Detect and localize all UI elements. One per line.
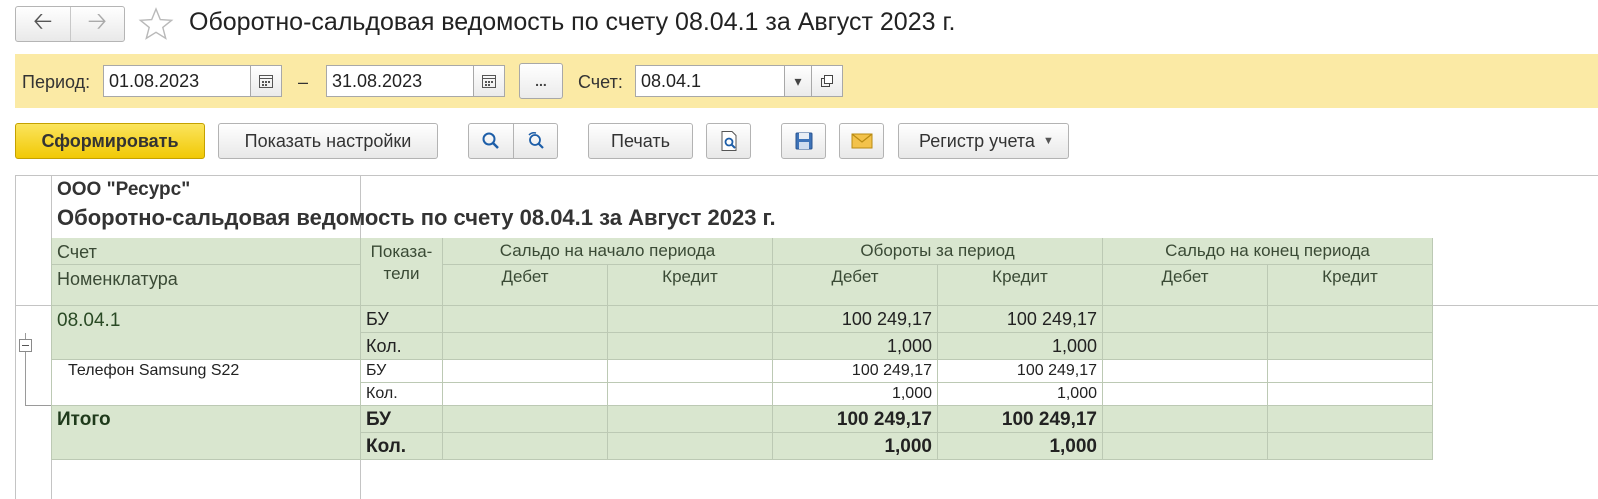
header-turnover-credit: Кредит xyxy=(938,265,1103,306)
period-label: Период: xyxy=(22,72,91,92)
row-turnover-credit[interactable]: 1,000 xyxy=(938,333,1103,360)
row-account-name[interactable]: 08.04.1 xyxy=(51,306,361,360)
row-opening-credit xyxy=(608,306,773,333)
row-turnover-debit[interactable]: 1,000 xyxy=(773,383,938,406)
total-turnover-debit[interactable]: 1,000 xyxy=(773,433,938,460)
row-opening-debit xyxy=(443,383,608,406)
row-item-name[interactable]: Телефон Samsung S22 xyxy=(51,360,361,406)
total-closing-credit xyxy=(1268,433,1433,460)
row-indicator: БУ xyxy=(361,406,443,433)
account-field[interactable]: 08.04.1 xyxy=(635,65,785,97)
row-closing-debit xyxy=(1103,360,1268,383)
chevron-down-icon: ▼ xyxy=(1042,135,1054,147)
select-period-button[interactable]: ... xyxy=(519,63,563,99)
email-icon[interactable] xyxy=(839,123,884,159)
row-closing-debit xyxy=(1103,306,1268,333)
account-label: Счет: xyxy=(578,72,623,92)
open-link-icon[interactable] xyxy=(811,65,843,97)
collapse-group-icon[interactable] xyxy=(19,339,32,352)
row-indicator: Кол. xyxy=(361,333,443,360)
header-closing-balance: Сальдо на конец периода xyxy=(1103,238,1433,265)
print-preview-icon[interactable] xyxy=(706,123,751,159)
row-closing-credit xyxy=(1268,383,1433,406)
total-closing-debit xyxy=(1103,433,1268,460)
row-closing-credit xyxy=(1268,360,1433,383)
group-bracket-line xyxy=(25,405,51,406)
row-closing-credit xyxy=(1268,306,1433,333)
total-turnover-debit[interactable]: 100 249,17 xyxy=(773,406,938,433)
row-turnover-debit[interactable]: 100 249,17 xyxy=(773,306,938,333)
show-settings-button[interactable]: Показать настройки xyxy=(218,123,438,159)
row-opening-credit xyxy=(608,333,773,360)
row-opening-credit xyxy=(608,383,773,406)
row-turnover-debit[interactable]: 1,000 xyxy=(773,333,938,360)
row-indicator: БУ xyxy=(361,306,443,333)
header-opening-balance: Сальдо на начало периода xyxy=(443,238,773,265)
save-icon[interactable] xyxy=(781,123,826,159)
row-turnover-credit[interactable]: 1,000 xyxy=(938,383,1103,406)
header-indicators: Показа- тели xyxy=(361,238,443,306)
favorite-star-icon[interactable] xyxy=(138,6,174,42)
register-dropdown-button[interactable]: Регистр учета ▼ xyxy=(898,123,1069,159)
header-opening-debit: Дебет xyxy=(443,265,608,306)
row-indicator: БУ xyxy=(361,360,443,383)
grid-line xyxy=(15,305,51,306)
date-to-field[interactable]: 31.08.2023 xyxy=(326,65,474,97)
row-opening-debit xyxy=(443,306,608,333)
window-title: Оборотно-сальдовая ведомость по счету 08… xyxy=(189,8,956,36)
company-name: ООО "Ресурс" xyxy=(57,179,191,200)
navigation-buttons: 🡠 🡢 xyxy=(15,6,125,42)
print-button[interactable]: Печать xyxy=(588,123,693,159)
header-turnover: Обороты за период xyxy=(773,238,1103,265)
header-closing-debit: Дебет xyxy=(1103,265,1268,306)
row-turnover-credit[interactable]: 100 249,17 xyxy=(938,306,1103,333)
total-opening-credit xyxy=(608,433,773,460)
grid-line xyxy=(1432,305,1598,306)
register-label: Регистр учета xyxy=(919,130,1035,151)
row-opening-credit xyxy=(608,360,773,383)
back-arrow-icon[interactable]: 🡠 xyxy=(16,7,70,41)
period-dash: – xyxy=(298,72,309,92)
header-account: Счет xyxy=(51,238,361,265)
dropdown-arrow-icon[interactable]: ▾ xyxy=(784,65,812,97)
total-label: Итого xyxy=(51,406,361,460)
row-opening-debit xyxy=(443,333,608,360)
header-turnover-debit: Дебет xyxy=(773,265,938,306)
header-nomenclature: Номенклатура xyxy=(51,265,361,306)
date-from-field[interactable]: 01.08.2023 xyxy=(103,65,251,97)
total-turnover-credit[interactable]: 100 249,17 xyxy=(938,406,1103,433)
row-closing-debit xyxy=(1103,333,1268,360)
total-turnover-credit[interactable]: 1,000 xyxy=(938,433,1103,460)
forward-arrow-icon[interactable]: 🡢 xyxy=(69,7,125,41)
row-turnover-debit[interactable]: 100 249,17 xyxy=(773,360,938,383)
row-turnover-credit[interactable]: 100 249,17 xyxy=(938,360,1103,383)
generate-button[interactable]: Сформировать xyxy=(15,123,205,159)
total-closing-debit xyxy=(1103,406,1268,433)
calendar-icon[interactable] xyxy=(473,65,505,97)
row-indicator: Кол. xyxy=(361,383,443,406)
header-closing-credit: Кредит xyxy=(1268,265,1433,306)
total-opening-debit xyxy=(443,433,608,460)
row-opening-debit xyxy=(443,360,608,383)
row-closing-debit xyxy=(1103,383,1268,406)
search-next-icon[interactable] xyxy=(513,123,558,159)
calendar-icon[interactable] xyxy=(250,65,282,97)
total-opening-credit xyxy=(608,406,773,433)
row-closing-credit xyxy=(1268,333,1433,360)
report-title: Оборотно-сальдовая ведомость по счету 08… xyxy=(57,205,776,230)
total-opening-debit xyxy=(443,406,608,433)
search-icon[interactable] xyxy=(468,123,514,159)
total-closing-credit xyxy=(1268,406,1433,433)
header-opening-credit: Кредит xyxy=(608,265,773,306)
row-indicator: Кол. xyxy=(361,433,443,460)
